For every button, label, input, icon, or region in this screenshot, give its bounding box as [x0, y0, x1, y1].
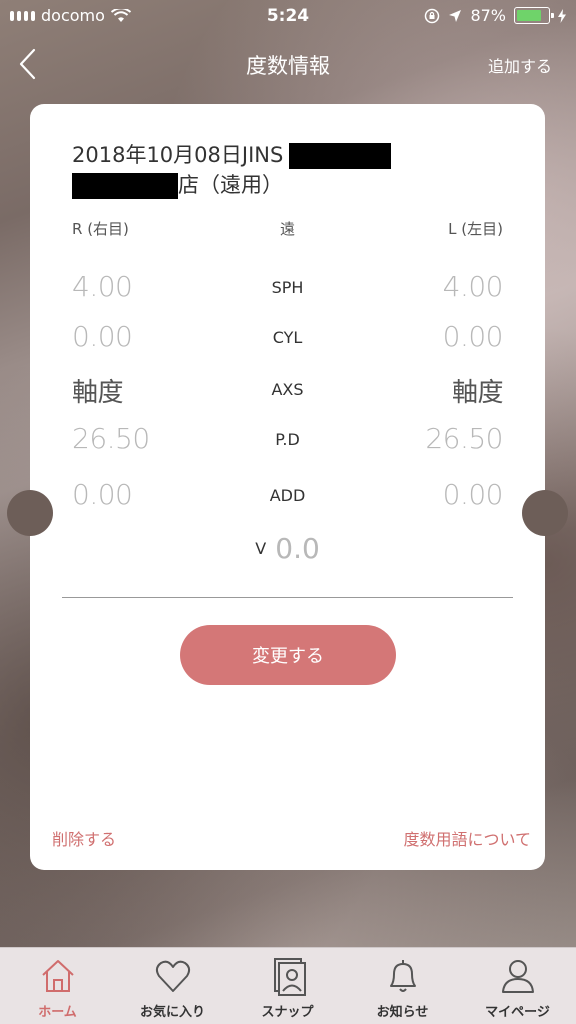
redacted-block	[72, 173, 178, 199]
tab-label: お気に入り	[139, 1005, 205, 1020]
pd-row: 26.50 P.D 26.50	[30, 422, 545, 462]
add-row: 0.00 ADD 0.00	[30, 478, 545, 518]
axs-left-value: 軸度	[451, 378, 504, 408]
add-left-value: 0.00	[442, 478, 504, 511]
pd-left-value: 26.50	[425, 422, 503, 455]
tab-label: スナップ	[261, 1005, 314, 1020]
vision-row: V 0.0	[30, 532, 545, 565]
change-button[interactable]: 変更する	[180, 625, 396, 685]
battery-percent: 87%	[470, 6, 506, 25]
vision-value: 0.0	[275, 532, 320, 565]
terms-link[interactable]: 度数用語について	[403, 826, 531, 850]
battery-fill	[517, 10, 541, 21]
tab-home[interactable]: ホーム	[0, 948, 115, 1024]
status-bar: docomo 5:24 87%	[0, 0, 576, 34]
axs-row: 軸度 AXS 軸度	[30, 372, 545, 412]
bell-icon	[389, 960, 416, 992]
charging-icon	[558, 8, 566, 23]
cyl-row: 0.00 CYL 0.00	[30, 320, 545, 360]
cyl-left-value: 0.00	[442, 320, 504, 353]
snap-icon	[273, 958, 306, 996]
sph-row: 4.00 SPH 4.00	[30, 270, 545, 310]
tab-label: マイページ	[485, 1005, 550, 1020]
left-eye-header: L (左目)	[448, 220, 503, 238]
tab-label: お知らせ	[376, 1005, 429, 1020]
nav-bar: 度数情報 追加する	[0, 34, 576, 94]
battery-icon	[514, 7, 554, 24]
tab-favorites[interactable]: お気に入り	[115, 948, 230, 1024]
record-title: 2018年10月08日JINS 店（遠用）	[72, 140, 472, 200]
location-icon	[449, 9, 462, 22]
rotation-lock-icon	[425, 8, 440, 23]
tab-label: ホーム	[38, 1005, 77, 1020]
divider	[62, 597, 513, 598]
heart-icon	[155, 960, 190, 992]
tab-snap[interactable]: スナップ	[230, 948, 345, 1024]
status-right: 87%	[424, 6, 566, 25]
tab-bar: ホーム お気に入り スナップ お知らせ マイページ	[0, 947, 576, 1024]
redacted-block	[289, 143, 392, 169]
record-title-suffix: 店（遠用）	[178, 173, 283, 197]
vision-label: V	[255, 539, 267, 558]
add-button[interactable]: 追加する	[488, 53, 552, 77]
prescription-card: 2018年10月08日JINS 店（遠用） R (右目) 遠 L (左目) 4.…	[7, 104, 568, 870]
record-title-prefix: 2018年10月08日JINS	[72, 143, 284, 167]
home-icon	[41, 960, 74, 992]
user-icon	[501, 960, 534, 993]
delete-link[interactable]: 削除する	[52, 826, 116, 850]
tab-notifications[interactable]: お知らせ	[345, 948, 460, 1024]
tab-mypage[interactable]: マイページ	[460, 948, 575, 1024]
sph-left-value: 4.00	[442, 270, 504, 303]
